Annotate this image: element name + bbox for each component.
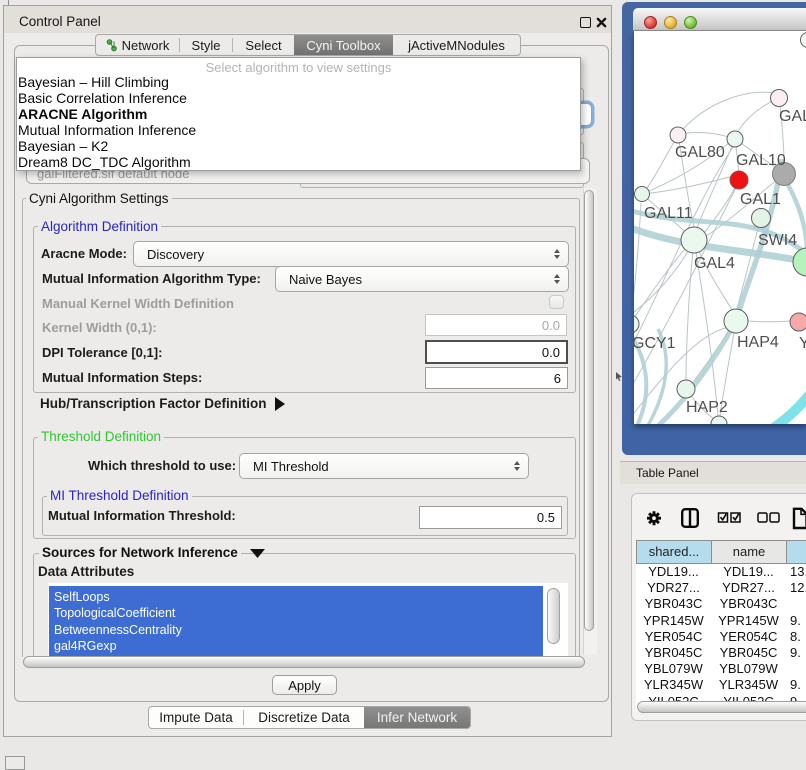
svg-text:GAL4: GAL4: [694, 255, 735, 272]
svg-text:HAP2: HAP2: [686, 399, 728, 416]
svg-text:GAL80: GAL80: [675, 144, 725, 161]
svg-text:GAL11: GAL11: [644, 205, 693, 222]
svg-text:Y: Y: [799, 335, 806, 352]
svg-text:GAL10: GAL10: [736, 152, 786, 169]
svg-text:SWI4: SWI4: [758, 232, 797, 249]
svg-text:GAL2: GAL2: [779, 108, 806, 125]
svg-text:GCY1: GCY1: [634, 335, 676, 352]
svg-text:GAL1: GAL1: [740, 191, 781, 208]
svg-text:HAP4: HAP4: [737, 334, 779, 351]
